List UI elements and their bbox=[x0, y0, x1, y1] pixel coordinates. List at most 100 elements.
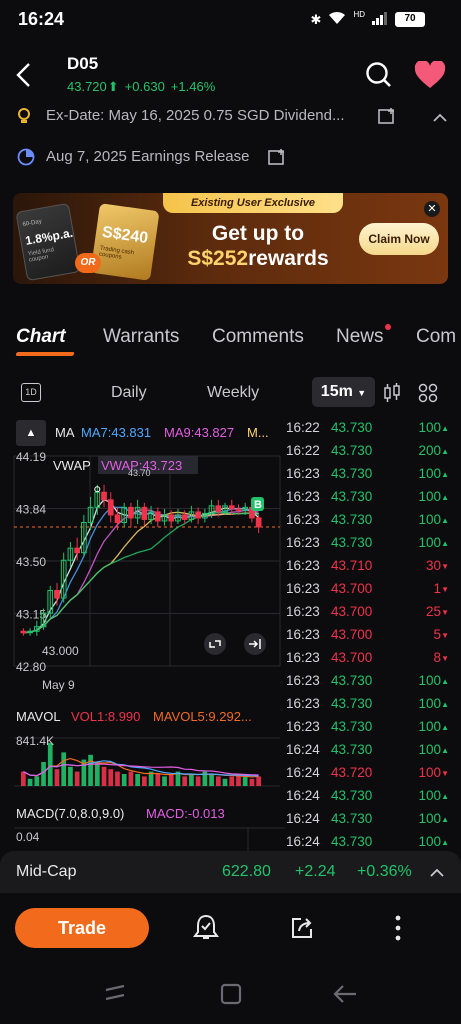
earnings-event-row[interactable]: Aug 7, 2025 Earnings Release bbox=[0, 141, 461, 173]
headline-rewards: rewards bbox=[248, 247, 329, 270]
volume-bar bbox=[195, 776, 201, 786]
more-options-icon[interactable] bbox=[394, 915, 402, 946]
home-icon[interactable] bbox=[220, 983, 242, 1010]
tab-comments[interactable]: Comments bbox=[212, 326, 304, 348]
vol1-value: VOL1:8.990 bbox=[71, 709, 140, 724]
macd-axis-label: 0.04 bbox=[16, 830, 40, 844]
tab-news[interactable]: News bbox=[336, 326, 384, 348]
banner-tag: Existing User Exclusive bbox=[163, 193, 343, 213]
tab-warrants[interactable]: Warrants bbox=[103, 326, 179, 348]
period-15m-dropdown[interactable]: 15m ▼ bbox=[312, 377, 375, 407]
trade-button[interactable]: Trade bbox=[15, 908, 149, 948]
date-label: May 9 bbox=[42, 678, 75, 692]
tick-price: 43.730 bbox=[331, 719, 373, 734]
tick-price: 43.730 bbox=[331, 742, 373, 757]
tick-price: 43.730 bbox=[331, 535, 373, 550]
macd-value: MACD:-0.013 bbox=[146, 806, 225, 821]
index-change-pct: +0.36% bbox=[357, 863, 412, 880]
candle-body bbox=[114, 514, 121, 523]
candle-body bbox=[228, 505, 235, 510]
candle-body bbox=[235, 508, 242, 511]
signal-icon bbox=[372, 11, 388, 28]
fullscreen-icon[interactable] bbox=[204, 633, 226, 655]
collapse-up-icon[interactable]: ▲ bbox=[16, 420, 46, 446]
index-change: +2.24 bbox=[295, 863, 336, 880]
triangle-up-icon: ▲ bbox=[441, 838, 449, 847]
volume-bar bbox=[47, 742, 53, 786]
tick-time: 16:23 bbox=[286, 466, 320, 481]
claim-now-button[interactable]: Claim Now bbox=[359, 223, 439, 255]
search-icon[interactable] bbox=[365, 61, 393, 94]
tick-row: 16:23 43.730 100 ▲ bbox=[285, 489, 461, 512]
tick-price: 43.720 bbox=[331, 765, 373, 780]
triangle-down-icon: ▼ bbox=[441, 654, 449, 663]
jump-to-latest-icon[interactable] bbox=[244, 633, 266, 655]
intraday-icon[interactable]: 1D bbox=[21, 383, 41, 402]
volume-bar bbox=[215, 776, 221, 786]
tick-row: 16:23 43.700 5 ▼ bbox=[285, 627, 461, 650]
vol-max-label: 841.4K bbox=[16, 734, 54, 748]
volume-bar bbox=[135, 774, 140, 786]
system-nav-bar bbox=[0, 963, 461, 1024]
coupon-days: 60-Day bbox=[22, 218, 43, 229]
chevron-up-icon[interactable] bbox=[430, 865, 444, 883]
tick-time: 16:22 bbox=[286, 420, 320, 435]
grid-layout-icon[interactable] bbox=[418, 383, 438, 408]
triangle-up-icon: ▲ bbox=[441, 424, 449, 433]
tick-time: 16:24 bbox=[286, 765, 320, 780]
price-chart[interactable]: 44.1943.8443.5043.1542.80 VWAP VWAP:43.7… bbox=[0, 446, 285, 851]
triangle-up-icon: ▲ bbox=[441, 539, 449, 548]
time-and-sales[interactable]: 16:22 43.730 100 ▲ 16:22 43.730 200 ▲ 16:23 43.73… bbox=[285, 420, 461, 850]
triangle-down-icon: ▼ bbox=[441, 769, 449, 778]
tick-row: 16:23 43.730 100 ▲ bbox=[285, 696, 461, 719]
ma-line bbox=[23, 511, 259, 634]
volume-bar bbox=[101, 766, 107, 786]
active-tab-indicator bbox=[15, 352, 75, 356]
tick-time: 16:23 bbox=[286, 650, 320, 665]
y-axis-label: 43.50 bbox=[16, 555, 46, 569]
tick-volume: 100 bbox=[418, 788, 441, 803]
promo-banner[interactable]: 60-Day 1.8%p.a. Yield fund coupon S$240 … bbox=[13, 193, 448, 284]
volume-bar bbox=[68, 766, 73, 786]
close-icon[interactable]: ✕ bbox=[424, 201, 440, 217]
cash-sub: Trading cash coupons bbox=[98, 245, 135, 261]
price-alert-icon[interactable] bbox=[193, 913, 219, 946]
favorite-heart-icon[interactable] bbox=[414, 59, 446, 94]
triangle-down-icon: ▼ bbox=[441, 631, 449, 640]
back-icon[interactable] bbox=[14, 62, 34, 93]
candle-body bbox=[54, 589, 60, 599]
add-calendar-icon[interactable] bbox=[268, 148, 286, 170]
tick-time: 16:24 bbox=[286, 834, 320, 849]
tick-time: 16:24 bbox=[286, 811, 320, 826]
period-daily[interactable]: Daily bbox=[111, 384, 147, 402]
tick-volume: 1 bbox=[433, 581, 441, 596]
candle-body bbox=[154, 511, 161, 522]
share-icon[interactable] bbox=[289, 915, 315, 946]
tick-time: 16:22 bbox=[286, 443, 320, 458]
expand-chevron-icon[interactable] bbox=[433, 110, 447, 127]
tick-volume: 100 bbox=[418, 765, 441, 780]
y-axis-label: 43.84 bbox=[16, 503, 46, 517]
back-nav-icon[interactable] bbox=[332, 983, 358, 1010]
tab-more[interactable]: Com bbox=[416, 326, 456, 348]
tick-volume: 100 bbox=[418, 466, 441, 481]
add-calendar-icon[interactable] bbox=[378, 107, 396, 129]
recent-apps-icon[interactable] bbox=[104, 983, 126, 1006]
dividend-event-row[interactable]: Ex-Date: May 16, 2025 0.75 SGD Dividend.… bbox=[0, 100, 461, 132]
period-weekly[interactable]: Weekly bbox=[207, 384, 259, 402]
candlestick-type-icon[interactable] bbox=[383, 383, 401, 408]
tick-row: 16:23 43.730 100 ▲ bbox=[285, 719, 461, 742]
volume-bar bbox=[115, 771, 120, 786]
volume-bar bbox=[182, 776, 188, 786]
tick-time: 16:23 bbox=[286, 558, 320, 573]
candle-body bbox=[128, 506, 134, 519]
wifi-icon bbox=[328, 11, 346, 28]
tick-row: 16:24 43.730 100 ▲ bbox=[285, 811, 461, 834]
tick-volume: 100 bbox=[418, 719, 441, 734]
tick-volume: 100 bbox=[418, 420, 441, 435]
tick-time: 16:23 bbox=[286, 719, 320, 734]
tick-row: 16:23 43.710 30 ▼ bbox=[285, 558, 461, 581]
tab-chart[interactable]: Chart bbox=[16, 326, 66, 348]
tick-volume: 100 bbox=[418, 742, 441, 757]
index-bar[interactable]: Mid-Cap 622.80 +2.24 +0.36% bbox=[0, 851, 461, 893]
